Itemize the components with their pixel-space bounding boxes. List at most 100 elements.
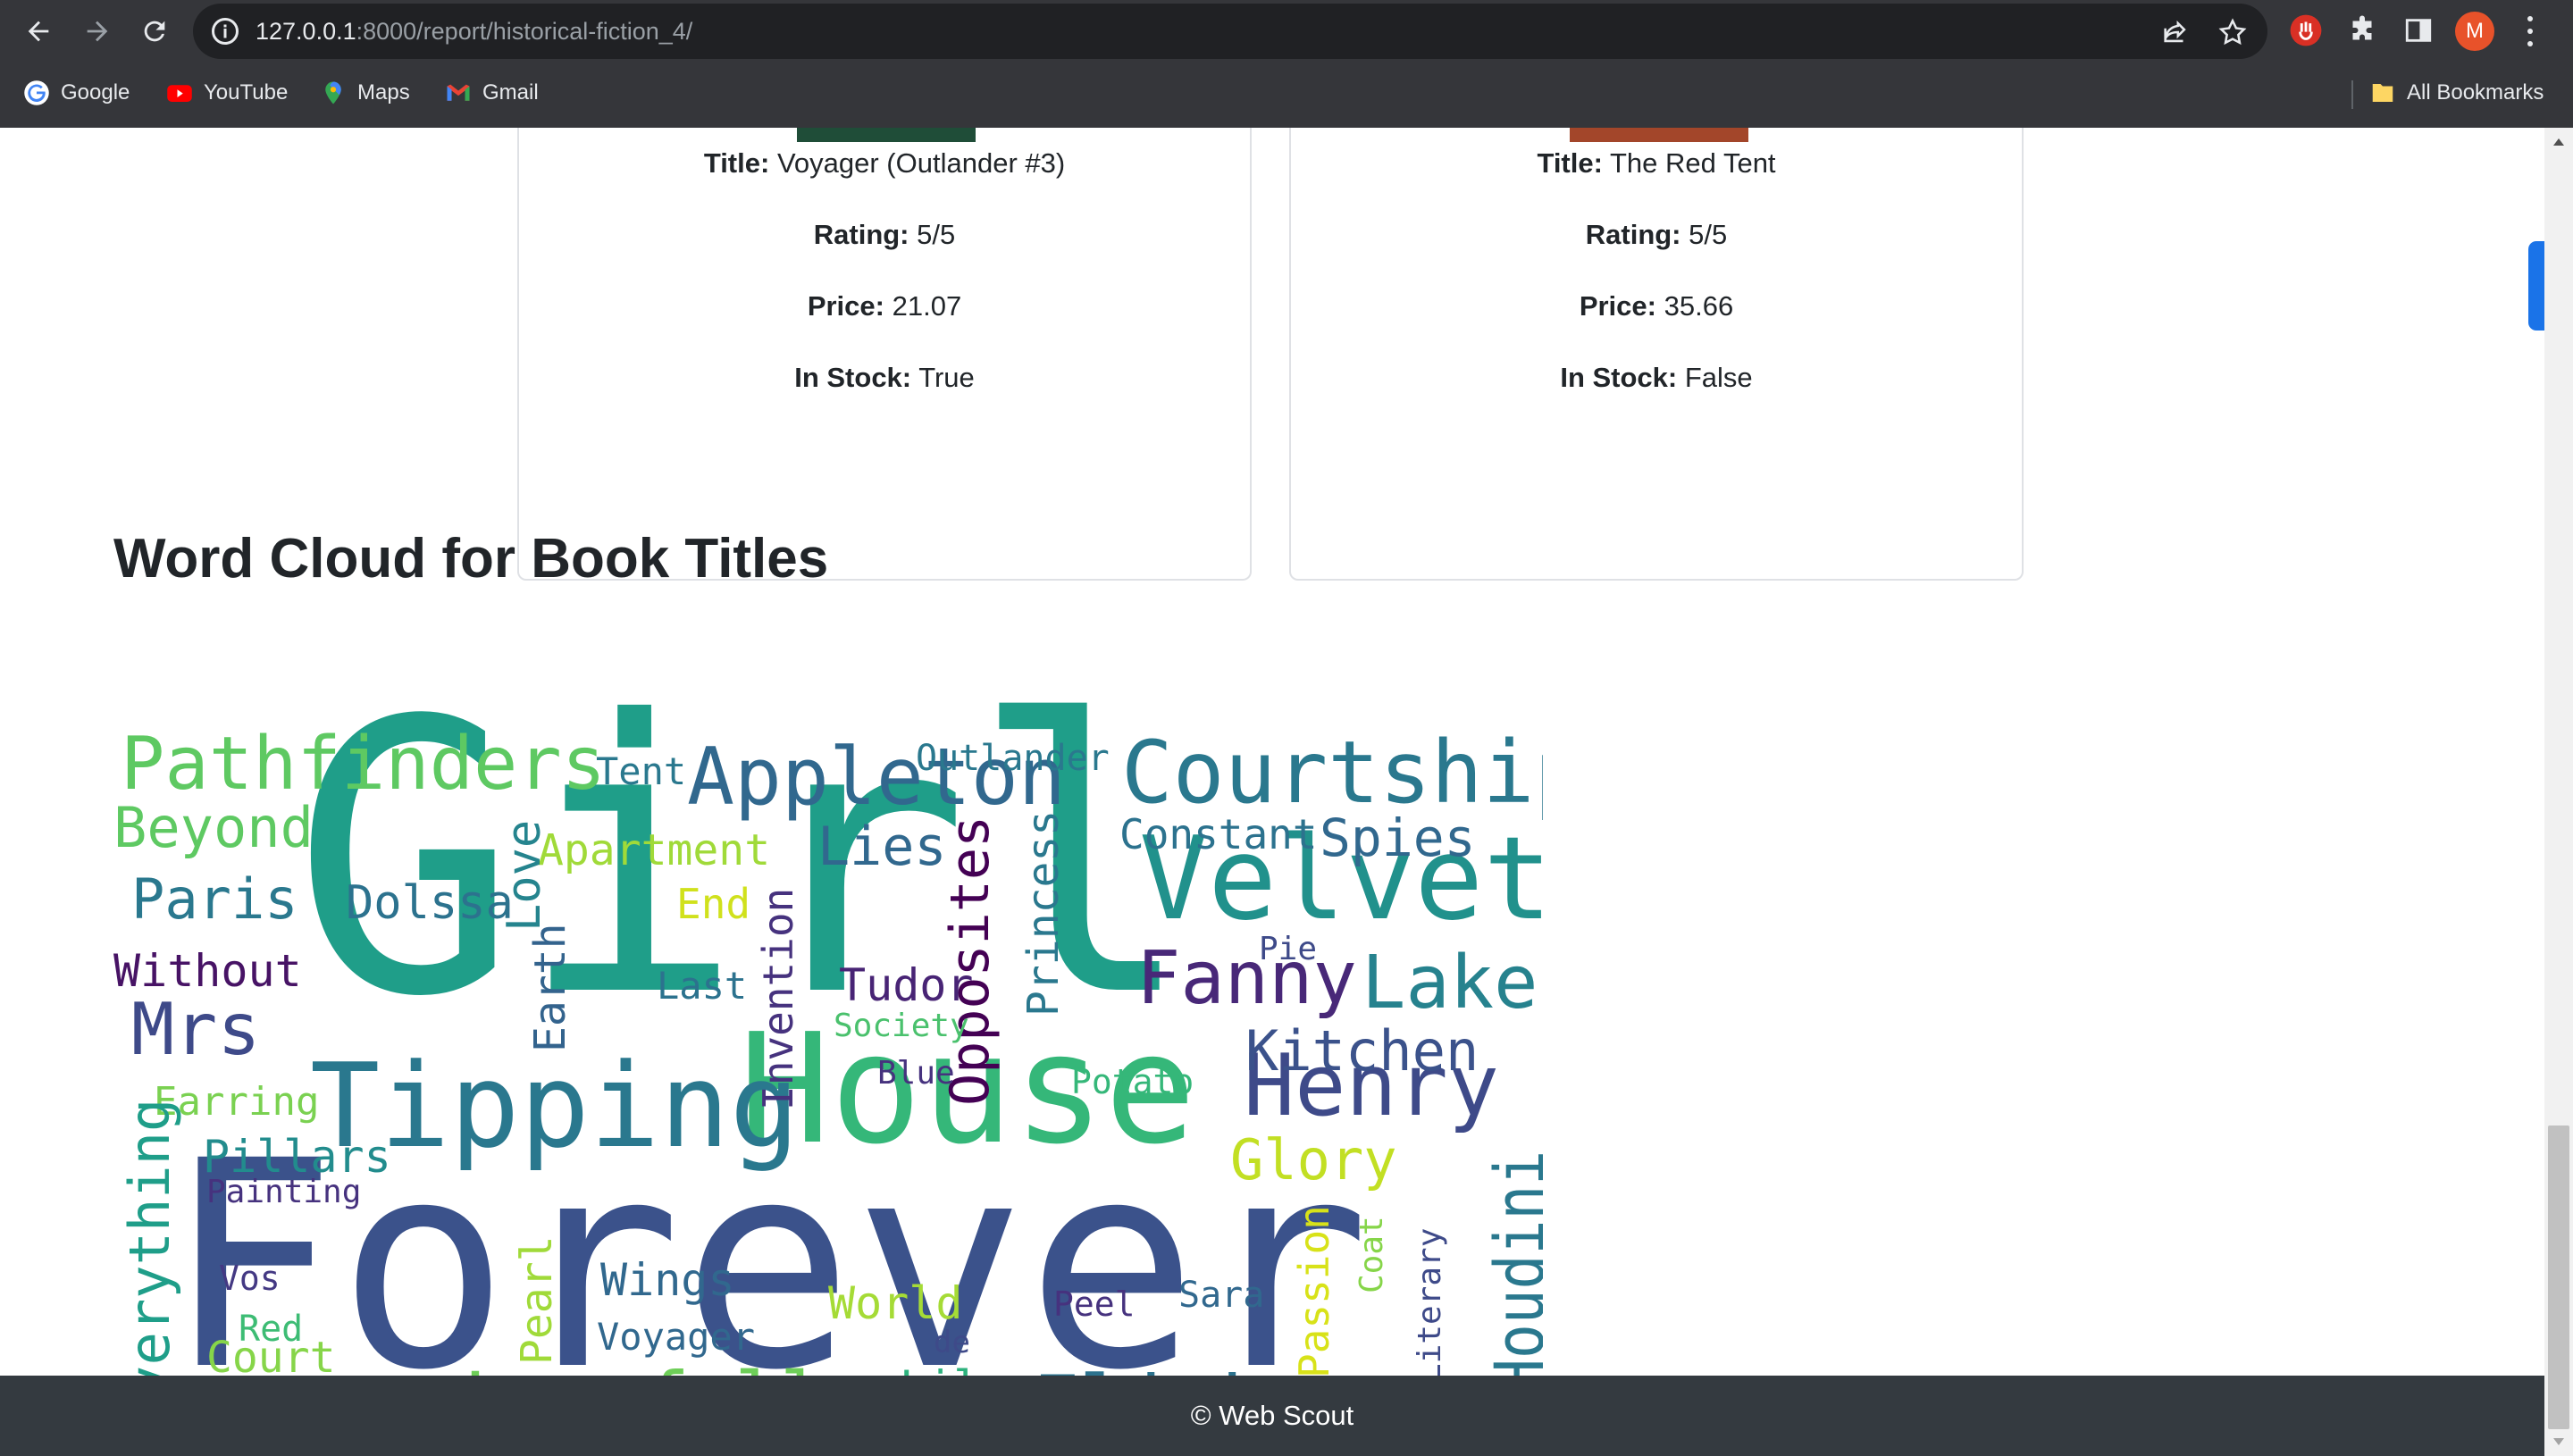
bookmark-google[interactable]: Google — [23, 75, 130, 111]
arrow-left-icon — [28, 21, 49, 42]
reload-icon — [144, 21, 165, 42]
profile-avatar[interactable]: M — [2455, 12, 2494, 51]
youtube-icon — [166, 79, 193, 106]
url-host: 127.0.0.1 — [256, 18, 356, 45]
maps-icon — [320, 79, 347, 106]
page-content: Title: Voyager (Outlander #3) Rating: 5/… — [0, 128, 2544, 1456]
reload-button[interactable] — [134, 11, 175, 52]
wordcloud-word: Sara — [1178, 1275, 1264, 1316]
scroll-up-arrow-icon[interactable] — [2544, 128, 2573, 156]
bookmark-label: Google — [61, 80, 130, 105]
wordcloud-word: de — [934, 1325, 970, 1360]
address-bar[interactable]: 127.0.0.1:8000/report/historical-fiction… — [193, 4, 2267, 59]
wordcloud-word: Potato — [1071, 1062, 1194, 1101]
extensions-puzzle-icon[interactable] — [2345, 13, 2379, 47]
browser-chrome: 127.0.0.1:8000/report/historical-fiction… — [0, 0, 2573, 128]
share-icon[interactable] — [2160, 17, 2191, 47]
bookmarks-divider — [2351, 80, 2353, 109]
wordcloud-word: Lies — [817, 816, 947, 878]
wordcloud-word: Invention — [754, 888, 802, 1110]
bookmark-label: Gmail — [482, 80, 539, 105]
folder-icon — [2369, 79, 2396, 106]
bookmark-star-icon[interactable] — [2217, 17, 2248, 47]
wordcloud-svg: GirlForeverHouseTippingVelvetCourtshipAp… — [113, 642, 1586, 1456]
book-in-stock: False — [1684, 362, 1753, 393]
arrow-right-icon — [87, 21, 108, 42]
wordcloud-word: Apartment — [538, 825, 770, 875]
wordcloud-word: Princess — [1018, 810, 1069, 1017]
wordcloud-word: Literary — [1412, 1228, 1448, 1383]
wordcloud-word: Voyager — [597, 1315, 755, 1359]
book-stock-line: In Stock: True — [794, 362, 975, 393]
wordcloud-word: Wings — [600, 1254, 735, 1306]
wordcloud-word: Glory — [1230, 1127, 1397, 1192]
wordcloud-word: Pie — [1259, 931, 1317, 967]
side-panel-tab[interactable] — [2528, 241, 2544, 331]
forward-button[interactable] — [77, 11, 118, 52]
wordcloud-image: Girl Forever House Tipping Velvet Courtship Ap… — [113, 597, 1586, 1456]
wordcloud-word: Passion — [1290, 1205, 1338, 1378]
wordcloud-word: Mrs — [131, 988, 261, 1071]
page-scrollbar[interactable] — [2544, 128, 2573, 1456]
wordcloud-word: Lake — [1362, 941, 1538, 1025]
extension-stop-icon[interactable] — [2289, 13, 2323, 47]
wordcloud-word: World — [828, 1277, 963, 1329]
google-icon — [23, 79, 50, 106]
scroll-down-arrow-icon[interactable] — [2544, 1427, 2573, 1456]
wordcloud-word: Without — [113, 945, 302, 997]
browser-toolbar: 127.0.0.1:8000/report/historical-fiction… — [0, 0, 2573, 63]
book-price: 21.07 — [892, 290, 962, 322]
book-stock-line: In Stock: False — [1560, 362, 1753, 393]
wordcloud-word: Paris — [131, 866, 298, 932]
book-cover — [797, 128, 976, 142]
wordcloud-word: Outlander — [916, 738, 1110, 779]
site-info-icon[interactable] — [209, 15, 241, 47]
all-bookmarks-button[interactable]: All Bookmarks — [2369, 75, 2544, 111]
footer-copyright: © Web Scout — [1190, 1400, 1354, 1431]
wordcloud-word: Coat — [1354, 1216, 1390, 1293]
wordcloud-word: Vos — [219, 1259, 281, 1298]
book-price: 35.66 — [1664, 290, 1734, 322]
wordcloud-word: Houdini — [1480, 1151, 1543, 1393]
wordcloud-word: Painting — [206, 1174, 361, 1210]
url-text[interactable]: 127.0.0.1:8000/report/historical-fiction… — [256, 4, 692, 59]
footer: © Web Scout — [0, 1376, 2544, 1456]
book-in-stock: True — [918, 362, 975, 393]
wordcloud-word: Peel — [1053, 1284, 1136, 1324]
book-title: The Red Tent — [1610, 147, 1776, 179]
wordcloud-heading: Word Cloud for Book Titles — [113, 528, 829, 590]
bookmark-label: YouTube — [204, 80, 289, 105]
wordcloud-word: Spies — [1320, 807, 1476, 868]
bookmark-youtube[interactable]: YouTube — [166, 75, 288, 111]
wordcloud-word: Constant — [1119, 810, 1318, 858]
scrollbar-thumb[interactable] — [2548, 1125, 2569, 1429]
wordcloud-word: Love — [498, 820, 551, 932]
side-panel-icon[interactable] — [2401, 13, 2435, 47]
book-card: Title: The Red Tent Rating: 5/5 Price: 3… — [1289, 128, 2024, 581]
wordcloud-word: Earth — [525, 924, 575, 1053]
wordcloud-word: Dolssa — [346, 876, 514, 930]
wordcloud-word: Tent — [596, 749, 686, 793]
all-bookmarks-label: All Bookmarks — [2407, 80, 2544, 105]
book-price-line: Price: 21.07 — [807, 290, 962, 322]
book-rating-line: Rating: 5/5 — [813, 219, 956, 250]
wordcloud-word: Society — [834, 1008, 969, 1044]
bookmark-maps[interactable]: Maps — [320, 75, 410, 111]
wordcloud-word: Tudor — [839, 959, 974, 1011]
bookmark-gmail[interactable]: Gmail — [445, 75, 539, 111]
book-rating: 5/5 — [1689, 219, 1728, 250]
bookmarks-bar: Google YouTube Maps Gmail All Bookmarks — [0, 68, 2573, 118]
book-cover — [1570, 128, 1748, 142]
back-button[interactable] — [18, 11, 59, 52]
wordcloud-word: Pathfinders — [121, 722, 606, 807]
gmail-icon — [445, 79, 472, 106]
browser-menu-icon[interactable] — [2521, 13, 2539, 50]
wordcloud-word: Last — [657, 964, 747, 1008]
wordcloud-word: Blue — [877, 1055, 955, 1092]
wordcloud-word: End — [676, 880, 750, 928]
wordcloud-word: Fanny — [1136, 936, 1357, 1021]
url-path: :8000/report/historical-fiction_4/ — [356, 18, 693, 45]
book-rating-line: Rating: 5/5 — [1585, 219, 1728, 250]
wordcloud-word: Kitchen — [1245, 1018, 1479, 1084]
wordcloud-word: Pearl — [512, 1236, 562, 1366]
